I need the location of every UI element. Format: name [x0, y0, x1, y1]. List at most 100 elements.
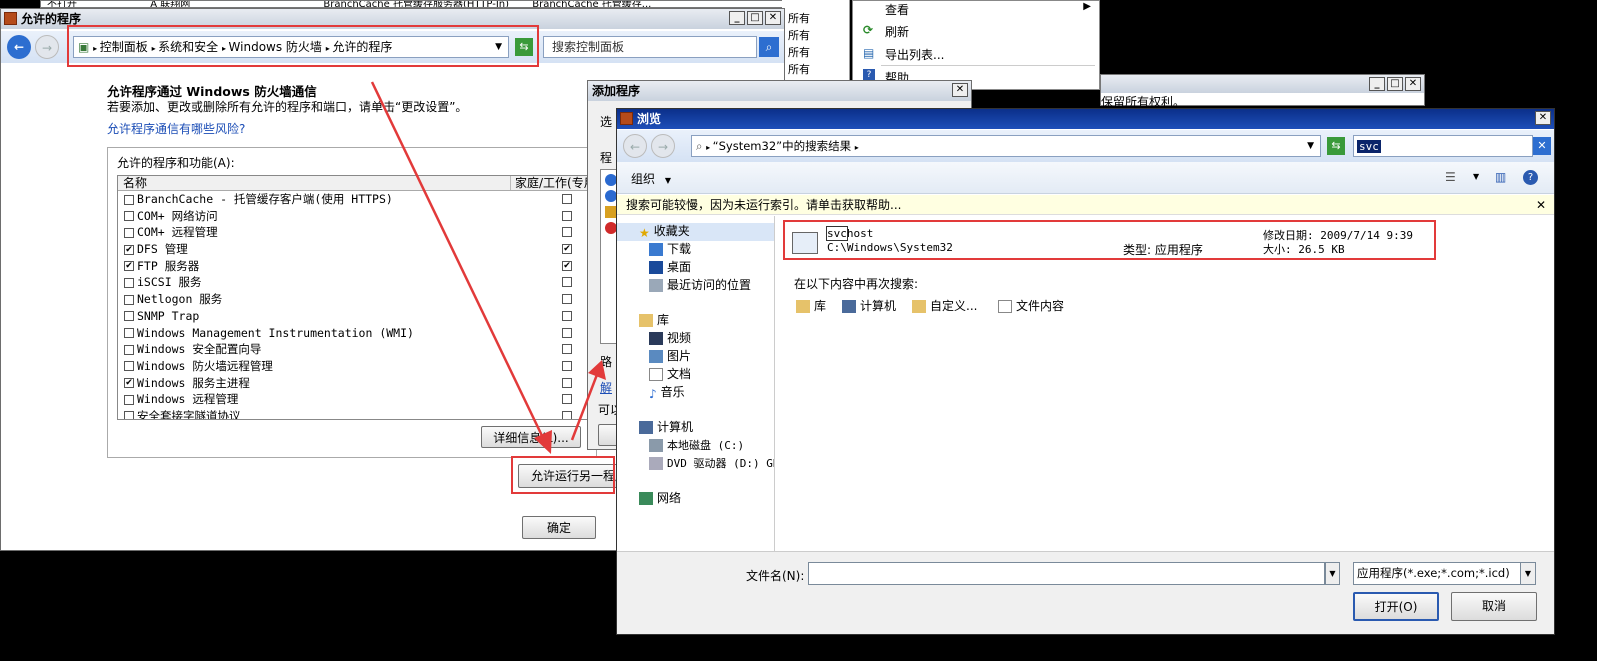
- cancel-button[interactable]: 取消: [1451, 592, 1537, 621]
- open-button[interactable]: 打开(O): [1353, 592, 1439, 621]
- home-checkbox[interactable]: [562, 310, 572, 321]
- list-item[interactable]: BranchCache - 托管缓存客户端(使用 HTTPS): [124, 191, 601, 208]
- maximize-button[interactable]: □: [747, 11, 763, 25]
- close-button[interactable]: ✕: [1535, 111, 1551, 125]
- enabled-checkbox[interactable]: [124, 344, 134, 355]
- menu-item-view[interactable]: 查看: [885, 1, 909, 18]
- nav-item-pictures[interactable]: 图片: [649, 348, 691, 366]
- list-item[interactable]: COM+ 网络访问: [124, 208, 601, 225]
- enabled-checkbox[interactable]: [124, 311, 134, 322]
- enabled-checkbox[interactable]: [124, 394, 134, 405]
- list-item[interactable]: COM+ 远程管理: [124, 224, 601, 241]
- search-icon[interactable]: ⌕: [759, 37, 779, 57]
- ok-button[interactable]: 确定: [522, 516, 596, 539]
- home-checkbox[interactable]: [562, 227, 572, 238]
- help-icon[interactable]: ?: [1523, 170, 1538, 185]
- close-icon[interactable]: ✕: [1536, 195, 1546, 215]
- nav-item-local-disk[interactable]: 本地磁盘 (C:): [649, 437, 744, 455]
- home-checkbox[interactable]: [562, 210, 572, 221]
- details-button[interactable]: 详细信息(L)...: [481, 426, 581, 448]
- search-again-computer[interactable]: 计算机: [842, 297, 896, 314]
- search-again-file-contents[interactable]: 文件内容: [998, 297, 1064, 314]
- list-item[interactable]: iSCSI 服务: [124, 274, 601, 291]
- info-bar[interactable]: 搜索可能较慢，因为未运行索引。请单击获取帮助... ✕: [617, 195, 1554, 215]
- list-item[interactable]: Windows 安全配置向导: [124, 341, 601, 358]
- home-checkbox[interactable]: ✔: [562, 260, 572, 271]
- list-item[interactable]: ✔ Windows 服务主进程: [124, 375, 601, 392]
- list-item[interactable]: 安全套接字隧道协议: [124, 408, 601, 419]
- file-type-filter[interactable]: 应用程序(*.exe;*.com;*.icd) ▼: [1353, 562, 1536, 585]
- forward-button[interactable]: →: [651, 134, 675, 158]
- home-checkbox[interactable]: [562, 194, 572, 204]
- enabled-checkbox[interactable]: [124, 361, 134, 372]
- clear-search-icon[interactable]: ✕: [1533, 137, 1551, 155]
- view-options-icon[interactable]: ☰: [1445, 170, 1456, 184]
- list-item[interactable]: ✔ FTP 服务器 ✔: [124, 258, 601, 275]
- search-input[interactable]: 搜索控制面板: [543, 36, 757, 58]
- nav-favorites[interactable]: ★ 收藏夹: [639, 223, 690, 241]
- nav-network[interactable]: 网络: [639, 490, 681, 508]
- minimize-button[interactable]: _: [729, 11, 745, 25]
- home-checkbox[interactable]: [562, 294, 572, 305]
- home-checkbox[interactable]: [562, 360, 572, 371]
- list-item[interactable]: Windows Management Instrumentation (WMI): [124, 325, 601, 342]
- enabled-checkbox[interactable]: [124, 211, 134, 222]
- enabled-checkbox[interactable]: [124, 194, 134, 205]
- preview-pane-icon[interactable]: ▥: [1495, 170, 1506, 184]
- programs-list[interactable]: 名称 家庭/工作(专用) BranchCache - 托管缓存客户端(使用 HT…: [117, 175, 602, 420]
- enabled-checkbox[interactable]: [124, 294, 134, 305]
- enabled-checkbox[interactable]: [124, 277, 134, 288]
- close-button[interactable]: ✕: [952, 83, 968, 97]
- search-again-custom[interactable]: 自定义...: [912, 297, 977, 314]
- nav-item-dvd-drive[interactable]: DVD 驱动器 (D:) GR: [649, 455, 774, 473]
- organize-button[interactable]: 组织 ▼: [631, 170, 671, 187]
- nav-computer[interactable]: 计算机: [639, 419, 693, 437]
- browse-address-field[interactable]: ⌕ ▸ “System32”中的搜索结果 ▸ ▼: [691, 135, 1321, 157]
- nav-libraries[interactable]: 库: [639, 312, 669, 330]
- home-checkbox[interactable]: [562, 277, 572, 288]
- enabled-checkbox[interactable]: ✔: [124, 244, 134, 255]
- browse-path[interactable]: “System32”中的搜索结果: [713, 139, 851, 153]
- home-checkbox[interactable]: [562, 377, 572, 388]
- chevron-down-icon[interactable]: ▼: [1473, 172, 1479, 181]
- nav-item-downloads[interactable]: 下载: [649, 241, 691, 259]
- enabled-checkbox[interactable]: [124, 411, 134, 419]
- close-button[interactable]: ✕: [765, 11, 781, 25]
- home-checkbox[interactable]: ✔: [562, 244, 572, 255]
- close-button[interactable]: ✕: [1405, 77, 1421, 91]
- nav-item-desktop[interactable]: 桌面: [649, 259, 691, 277]
- enabled-checkbox[interactable]: ✔: [124, 261, 134, 272]
- filename-dropdown-button[interactable]: ▼: [1325, 562, 1340, 585]
- chevron-down-icon[interactable]: ▼: [1307, 136, 1314, 156]
- home-checkbox[interactable]: [562, 410, 572, 419]
- back-button[interactable]: ←: [7, 35, 31, 59]
- minimize-button[interactable]: _: [1369, 77, 1385, 91]
- list-item[interactable]: ✔ DFS 管理 ✔: [124, 241, 601, 258]
- back-button[interactable]: ←: [623, 134, 647, 158]
- list-item[interactable]: Netlogon 服务: [124, 291, 601, 308]
- nav-item-videos[interactable]: 视频: [649, 330, 691, 348]
- nav-item-recent[interactable]: 最近访问的位置: [649, 277, 751, 295]
- menu-item-export[interactable]: 导出列表...: [885, 46, 944, 63]
- refresh-button[interactable]: ⇆: [1327, 137, 1345, 155]
- home-checkbox[interactable]: [562, 394, 572, 405]
- home-checkbox[interactable]: [562, 327, 572, 338]
- menu-item-refresh[interactable]: 刷新: [885, 23, 909, 40]
- nav-item-music[interactable]: ♪ 音乐: [649, 384, 685, 402]
- add-link-fragment[interactable]: 解: [600, 379, 612, 396]
- home-checkbox[interactable]: [562, 344, 572, 355]
- maximize-button[interactable]: □: [1387, 77, 1403, 91]
- browse-search-input[interactable]: svc: [1353, 135, 1533, 157]
- enabled-checkbox[interactable]: ✔: [124, 378, 134, 389]
- list-item[interactable]: SNMP Trap: [124, 308, 601, 325]
- enabled-checkbox[interactable]: [124, 328, 134, 338]
- enabled-checkbox[interactable]: [124, 227, 134, 238]
- risk-link[interactable]: 允许程序通信有哪些风险?: [107, 120, 245, 137]
- search-again-library[interactable]: 库: [796, 297, 826, 314]
- nav-item-documents[interactable]: 文档: [649, 366, 691, 384]
- list-item[interactable]: Windows 防火墙远程管理: [124, 358, 601, 375]
- filename-field[interactable]: [808, 562, 1325, 585]
- list-item[interactable]: Windows 远程管理: [124, 391, 601, 408]
- col-name-header[interactable]: 名称: [123, 176, 147, 190]
- forward-button[interactable]: →: [35, 35, 59, 59]
